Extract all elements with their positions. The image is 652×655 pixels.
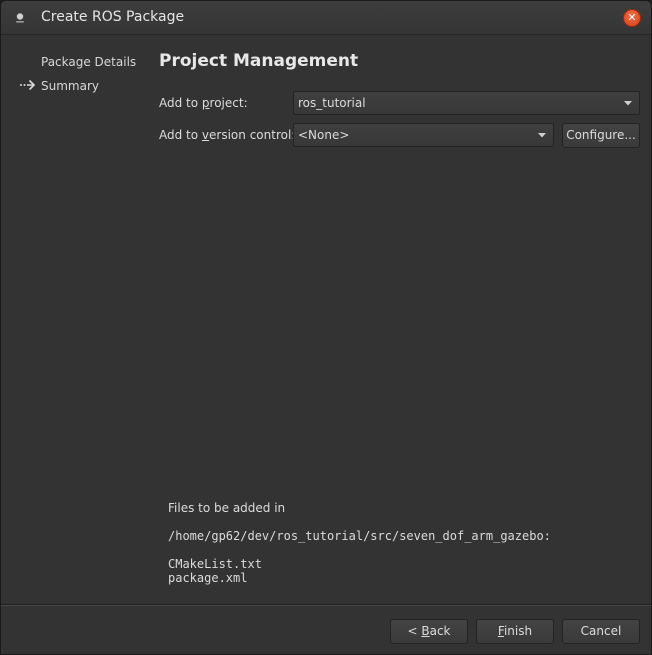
vcs-select-value: <None> [298, 128, 350, 142]
back-button[interactable]: < Back [390, 619, 468, 644]
add-to-version-control-label: Add to version control: [159, 128, 296, 142]
files-intro-text: Files to be added in [168, 501, 286, 515]
chevron-down-icon [538, 133, 546, 138]
page-title: Project Management [159, 51, 359, 71]
target-path: /home/gp62/dev/ros_tutorial/src/seven_do… [168, 529, 551, 543]
project-management-page: Project Management Add to project: ros_t… [159, 35, 643, 605]
add-to-project-select[interactable]: ros_tutorial [293, 91, 640, 115]
project-select-value: ros_tutorial [298, 96, 366, 110]
finish-button[interactable]: Finish [476, 619, 554, 644]
version-control-select[interactable]: <None> [293, 123, 554, 147]
create-ros-package-dialog: Create ROS Package ✕ Package Details Sum… [0, 0, 652, 655]
arrow-right-icon [20, 79, 36, 91]
list-item: CMakeList.txt [168, 557, 262, 571]
add-to-project-label: Add to project: [159, 96, 248, 110]
step-package-details: Package Details [41, 55, 137, 69]
configure-button[interactable]: Configure... [562, 123, 640, 148]
wizard-steps: Package Details Summary [1, 35, 151, 605]
chevron-down-icon [624, 101, 632, 106]
footer-divider [1, 604, 651, 606]
step-summary: Summary [41, 79, 99, 93]
file-list: CMakeList.txt package.xml [168, 557, 262, 585]
ros-app-icon [16, 13, 24, 23]
close-icon: ✕ [627, 11, 637, 24]
title-bar[interactable]: Create ROS Package ✕ [1, 1, 651, 35]
cancel-button[interactable]: Cancel [562, 619, 640, 644]
list-item: package.xml [168, 571, 248, 585]
window-title: Create ROS Package [41, 9, 185, 25]
close-button[interactable]: ✕ [623, 9, 641, 27]
